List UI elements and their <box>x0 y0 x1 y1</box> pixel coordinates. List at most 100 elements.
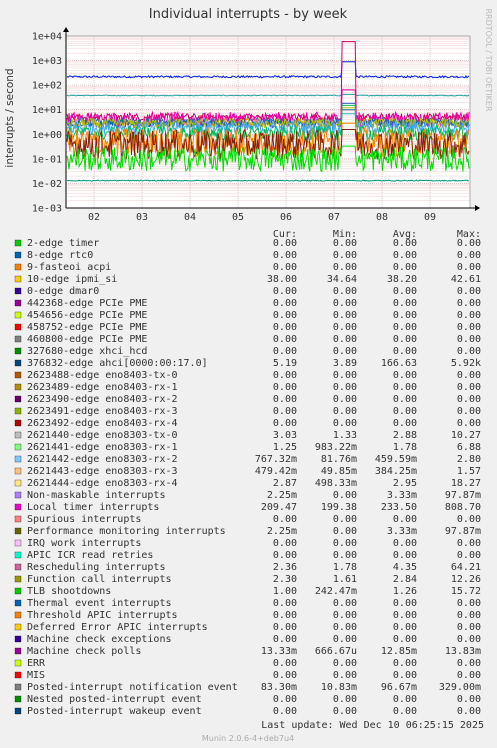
legend-label: 2623491-edge eno8403-rx-3 <box>27 406 178 417</box>
x-axis-arrow <box>475 205 480 211</box>
legend-value-min: 10.83m <box>321 682 357 693</box>
legend-value-min: 0.00 <box>333 550 357 561</box>
legend-value-avg: 0.00 <box>393 634 417 645</box>
legend-value-avg: 2.95 <box>393 478 417 489</box>
legend-row: Posted-interrupt wakeup event 0.00 0.00 0.0… <box>14 706 481 717</box>
x-tick-label: 08 <box>376 212 388 223</box>
legend-swatch <box>14 263 22 271</box>
legend-row: Machine check polls 13.33m 666.67u 12.85m 13… <box>14 646 481 657</box>
legend-value-cur: 0.00 <box>273 634 297 645</box>
legend-value-max: 15.72 <box>451 586 481 597</box>
legend-value-avg: 0.00 <box>393 322 417 333</box>
legend-row: IRQ work interrupts 0.00 0.00 0.00 0.00 <box>14 538 481 549</box>
legend-value-min: 3.89 <box>333 358 357 369</box>
x-tick-label: 02 <box>88 212 100 223</box>
legend-value-min: 0.00 <box>333 598 357 609</box>
legend-label: 8-edge rtc0 <box>27 250 93 261</box>
legend-value-avg: 0.00 <box>393 658 417 669</box>
legend-value-cur: 0.00 <box>273 550 297 561</box>
legend-value-min: 242.47m <box>315 586 357 597</box>
legend-row: Performance monitoring interrupts 2.25m 0.… <box>14 526 481 537</box>
legend-value-avg: 0.00 <box>393 418 417 429</box>
legend-value-min: 0.00 <box>333 346 357 357</box>
legend-label: TLB shootdowns <box>27 586 111 597</box>
legend-value-max: 1.57 <box>457 466 481 477</box>
legend-value-avg: 0.00 <box>393 598 417 609</box>
legend-value-avg: 3.33m <box>387 526 417 537</box>
legend-value-avg: 2.84 <box>393 574 417 585</box>
legend-swatch <box>14 623 22 631</box>
legend-swatch <box>14 695 22 703</box>
legend-value-cur: 2.25m <box>267 490 297 501</box>
legend-value-avg: 0.00 <box>393 394 417 405</box>
legend-value-avg: 0.00 <box>393 286 417 297</box>
legend-value-min: 0.00 <box>333 658 357 669</box>
legend-value-cur: 38.00 <box>267 274 297 285</box>
legend-value-avg: 0.00 <box>393 670 417 681</box>
x-tick-labels: 02 03 04 05 06 07 08 09 <box>88 212 436 223</box>
legend-value-max: 42.61 <box>451 274 481 285</box>
legend-swatch <box>14 539 22 547</box>
legend-label: Machine check exceptions <box>27 634 172 645</box>
legend-row: APIC ICR read retries 0.00 0.00 0.00 0.00 <box>14 550 481 561</box>
legend-value-min: 0.00 <box>333 250 357 261</box>
legend-value-min: 0.00 <box>333 418 357 429</box>
legend-value-max: 0.00 <box>457 706 481 717</box>
legend-swatch <box>14 347 22 355</box>
legend-value-min: 983.22m <box>315 442 357 453</box>
legend-value-avg: 0.00 <box>393 382 417 393</box>
legend-value-min: 0.00 <box>333 514 357 525</box>
legend-row: TLB shootdowns 1.00 242.47m 1.26 15.72 <box>14 586 481 597</box>
legend-value-cur: 5.19 <box>273 358 297 369</box>
legend-label: 458752-edge PCIe PME <box>27 322 147 333</box>
legend-row: 2623490-edge eno8403-rx-2 0.00 0.00 0.00 0.0… <box>14 394 481 405</box>
legend-value-avg: 459.59m <box>375 454 417 465</box>
legend-label: 2621444-edge eno8303-rx-4 <box>27 478 178 489</box>
legend-row: Spurious interrupts 0.00 0.00 0.00 0.00 <box>14 514 481 525</box>
legend-label: 0-edge dmar0 <box>27 286 99 297</box>
legend-value-cur: 2.25m <box>267 526 297 537</box>
legend-value-avg: 0.00 <box>393 334 417 345</box>
legend-swatch <box>14 419 22 427</box>
legend-label: Non-maskable interrupts <box>27 490 165 501</box>
legend-label: 10-edge ipmi_si <box>27 274 117 285</box>
legend-value-avg: 0.00 <box>393 406 417 417</box>
legend-value-min: 498.33m <box>315 478 357 489</box>
legend-value-max: 0.00 <box>457 406 481 417</box>
interrupts-chart: Individual interrupts - by week interrup… <box>4 7 493 743</box>
legend-value-max: 0.00 <box>457 250 481 261</box>
legend-value-max: 0.00 <box>457 322 481 333</box>
legend-value-cur: 2.36 <box>273 562 297 573</box>
y-tick-label: 1e+03 <box>32 56 62 67</box>
legend-value-max: 64.21 <box>451 562 481 573</box>
legend-swatch <box>14 707 22 715</box>
legend-swatch <box>14 635 22 643</box>
legend-row: ERR 0.00 0.00 0.00 0.00 <box>14 658 481 669</box>
legend-swatch <box>14 275 22 283</box>
legend-value-cur: 0.00 <box>273 610 297 621</box>
legend-value-avg: 1.78 <box>393 442 417 453</box>
legend-value-cur: 0.00 <box>273 334 297 345</box>
legend-value-cur: 0.00 <box>273 670 297 681</box>
legend-swatch <box>14 287 22 295</box>
legend-swatch <box>14 395 22 403</box>
legend-row: 9-fasteoi acpi 0.00 0.00 0.00 0.00 <box>14 262 481 273</box>
legend-swatch <box>14 251 22 259</box>
legend-swatch <box>14 335 22 343</box>
legend-label: Posted-interrupt notification event <box>27 682 238 693</box>
legend-value-avg: 166.63 <box>381 358 417 369</box>
legend-swatch <box>14 371 22 379</box>
legend-value-cur: 2.87 <box>273 478 297 489</box>
legend-value-min: 0.00 <box>333 238 357 249</box>
x-tick-label: 07 <box>328 212 340 223</box>
legend-value-avg: 1.26 <box>393 586 417 597</box>
legend-swatch <box>14 515 22 523</box>
legend-swatch <box>14 239 22 247</box>
legend-row: 2623491-edge eno8403-rx-3 0.00 0.00 0.00 0.0… <box>14 406 481 417</box>
x-tick-label: 03 <box>136 212 148 223</box>
legend-swatch <box>14 359 22 367</box>
legend-label: 460800-edge PCIe PME <box>27 334 147 345</box>
legend-value-min: 199.38 <box>321 502 357 513</box>
legend-header: Cur: Min: Avg: Max: <box>273 229 481 240</box>
legend-row: Threshold APIC interrupts 0.00 0.00 0.00 0.0… <box>14 610 481 621</box>
